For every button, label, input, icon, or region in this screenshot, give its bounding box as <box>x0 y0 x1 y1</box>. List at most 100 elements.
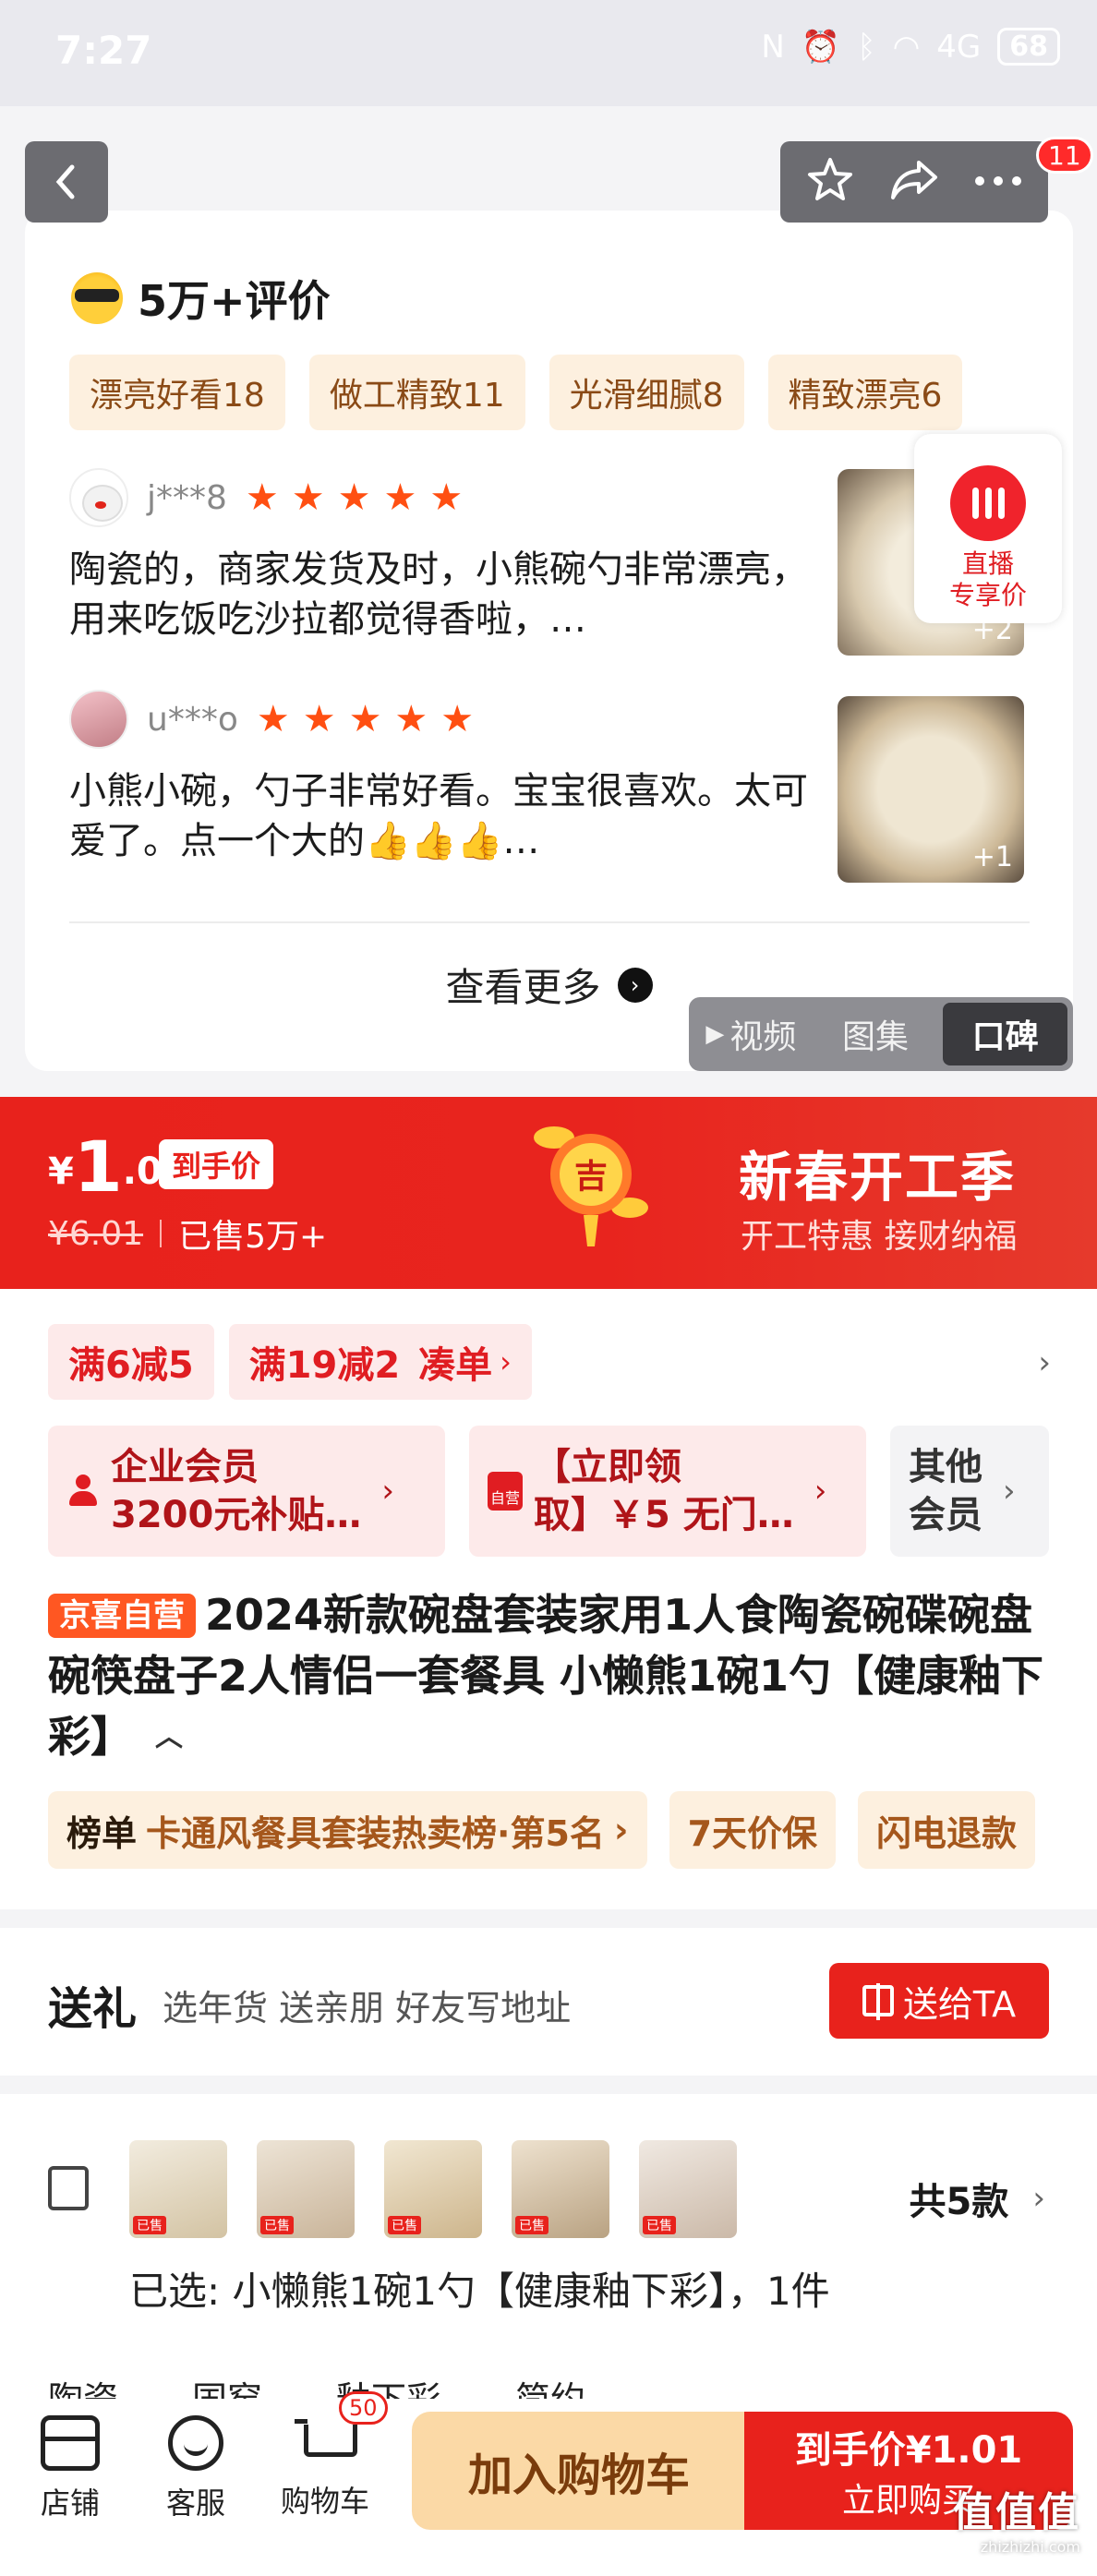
thumb-label: 已售 <box>133 2216 166 2234</box>
coupon-more-arrow[interactable]: › <box>1038 1344 1051 1381</box>
chevron-right-icon: › <box>381 1473 394 1510</box>
add-to-cart-button[interactable]: 加入购物车 <box>412 2412 746 2530</box>
self-operated-badge: 京喜自营 <box>48 1594 196 1638</box>
star-icon: ★ <box>337 476 371 519</box>
gift-icon <box>862 1983 894 2020</box>
coupon-label: 满19减2 <box>248 1344 401 1387</box>
live-icon <box>950 465 1026 541</box>
status-time: 7:27 <box>55 28 152 73</box>
review-username: u***o <box>147 700 238 739</box>
gift-panel: 送礼 选年货 送亲朋 好友写地址 送给TA <box>0 1928 1097 2076</box>
coupon-row: 满6减5 满19减2 凑单 › <box>48 1324 532 1400</box>
review-header: 5万+评价 <box>71 268 331 329</box>
spec-thumbnail[interactable]: 已售 <box>129 2140 227 2238</box>
chevron-right-icon: › <box>814 1473 827 1510</box>
tab-reviews[interactable]: 口碑 <box>943 1003 1068 1065</box>
status-bar: 7:27 N ⏰ ᛒ ◠ 4G 68 <box>0 0 1097 106</box>
price-banner: ¥ 1 .01 到手价 ¥6.01 已售5万+ 吉 新春开工季 开工特惠 接财纳… <box>0 1097 1097 1289</box>
send-gift-button[interactable]: 送给TA <box>829 1963 1049 2039</box>
member-row: 企业会员 3200元补贴… › 自营 【立即领 取】￥5 无门… › 其他 会员… <box>48 1426 1049 1557</box>
spec-count[interactable]: 共5款 › <box>910 2172 1045 2225</box>
star-icon: ★ <box>383 476 417 519</box>
cart-count-badge: 50 <box>339 2391 388 2425</box>
cart-button[interactable]: 50 购物车 <box>270 2391 388 2521</box>
review-count-title[interactable]: 5万+评价 <box>138 268 331 329</box>
tab-gallery[interactable]: 图集 <box>814 997 938 1071</box>
coupon-badge[interactable]: 满19减2 凑单 › <box>228 1324 532 1400</box>
service-label: 客服 <box>165 2486 225 2521</box>
price-tag: 到手价 <box>159 1139 274 1189</box>
rank-text: 卡通风餐具套装热卖榜·第5名 <box>146 1812 605 1854</box>
watermark: 值值值 zhizhizhi.com <box>953 2479 1080 2556</box>
divider <box>69 921 1030 923</box>
divider <box>160 1220 163 1247</box>
star-icon: ★ <box>348 698 382 740</box>
review-tag[interactable]: 做工精致11 <box>308 355 525 430</box>
coupon-combine-link: 凑单 <box>418 1344 493 1387</box>
see-more-label: 查看更多 <box>445 965 601 1010</box>
chevron-right-icon: › <box>1032 2180 1045 2217</box>
review-tag[interactable]: 漂亮好看18 <box>69 355 285 430</box>
review-photo[interactable]: +1 <box>838 696 1024 883</box>
more-dots-icon <box>974 175 1021 186</box>
customer-service-button[interactable]: 客服 <box>140 2415 251 2522</box>
spec-thumbnail[interactable]: 已售 <box>512 2140 609 2238</box>
signal-icon: 4G <box>936 28 982 66</box>
tab-gallery-label: 图集 <box>842 1018 910 1056</box>
review-tag[interactable]: 光滑细腻8 <box>548 355 744 430</box>
review-tag[interactable]: 精致漂亮6 <box>767 355 963 430</box>
notification-badge: 11 <box>1036 137 1093 174</box>
enterprise-member-card[interactable]: 企业会员 3200元补贴… › <box>48 1426 445 1557</box>
spec-count-label: 共5款 <box>909 2181 1009 2223</box>
rank-badge[interactable]: 榜单 卡通风餐具套装热卖榜·第5名 › <box>48 1791 647 1869</box>
thumb-label: 已售 <box>515 2216 548 2234</box>
chevron-up-icon[interactable]: ︿ <box>155 1721 183 1753</box>
shop-label: 店铺 <box>40 2486 100 2521</box>
favorite-button[interactable] <box>805 155 855 209</box>
bag-label: 自营 <box>489 1489 520 1507</box>
member-text: 其他 会员 <box>909 1446 982 1536</box>
price-sub: ¥6.01 已售5万+ <box>48 1210 327 1258</box>
service-badge[interactable]: 闪电退款 <box>858 1791 1036 1869</box>
star-icon: ★ <box>291 476 325 519</box>
chevron-right-icon: › <box>1003 1473 1016 1510</box>
battery-icon: 68 <box>997 28 1060 66</box>
review-text: 陶瓷的，商家发货及时，小熊碗勺非常漂亮，用来吃饭吃沙拉都觉得香啦，… <box>69 548 808 641</box>
star-icon: ★ <box>429 476 464 519</box>
spec-thumbnail[interactable]: 已售 <box>257 2140 355 2238</box>
send-gift-label: 送给TA <box>902 1983 1017 2025</box>
tab-video-label: 视频 <box>729 1018 797 1056</box>
star-outline-icon <box>808 158 853 200</box>
tab-video[interactable]: ▶ 视频 <box>689 997 814 1071</box>
coupon-badge[interactable]: 满6减5 <box>48 1324 214 1400</box>
thumb-label: 已售 <box>260 2216 294 2234</box>
customer-service-icon <box>168 2415 223 2471</box>
spec-thumbnail[interactable]: 已售 <box>639 2140 737 2238</box>
gift-title: 送礼 <box>48 1983 138 2035</box>
product-title-text: 2024新款碗盘套装家用1人食陶瓷碗碟碗盘碗筷盘子2人情侣一套餐具 小懒熊1碗1… <box>48 1590 1044 1762</box>
share-button[interactable] <box>887 157 941 207</box>
spec-thumbnail[interactable]: 已售 <box>384 2140 482 2238</box>
other-member-card[interactable]: 其他 会员 › <box>890 1426 1049 1557</box>
play-icon: ▶ <box>705 1020 725 1048</box>
wifi-icon: ◠ <box>892 28 921 66</box>
promo-title: 新春开工季 <box>739 1146 1017 1209</box>
coupon-claim-card[interactable]: 自营 【立即领 取】￥5 无门… › <box>469 1426 866 1557</box>
service-badge[interactable]: 7天价保 <box>669 1791 837 1869</box>
review-tags: 漂亮好看18 做工精致11 光滑细腻8 精致漂亮6 <box>69 355 963 430</box>
star-icon: ★ <box>245 476 279 519</box>
spec-panel[interactable]: 已售 已售 已售 已售 已售 共5款 › 已选: 小懒熊1碗1勺【健康釉下彩】，… <box>0 2094 1097 2420</box>
status-icons: N ⏰ ᛒ ◠ 4G 68 <box>761 28 1060 66</box>
selected-spec: 已选: 小懒熊1碗1勺【健康釉下彩】，1件 <box>129 2269 830 2314</box>
live-stream-float[interactable]: 直播 专享价 <box>914 434 1062 623</box>
thumb-label: 已售 <box>388 2216 421 2234</box>
live-label: 直播 专享价 <box>949 548 1027 611</box>
star-rating: ★ ★ ★ ★ ★ <box>246 476 463 519</box>
back-button[interactable] <box>25 141 108 223</box>
thumb-label: 已售 <box>643 2216 676 2234</box>
chevron-right-icon: › <box>617 967 653 1003</box>
original-price: ¥6.01 <box>48 1214 144 1253</box>
more-button[interactable] <box>973 174 1023 191</box>
shop-button[interactable]: 店铺 <box>15 2415 126 2522</box>
avatar <box>69 468 128 527</box>
